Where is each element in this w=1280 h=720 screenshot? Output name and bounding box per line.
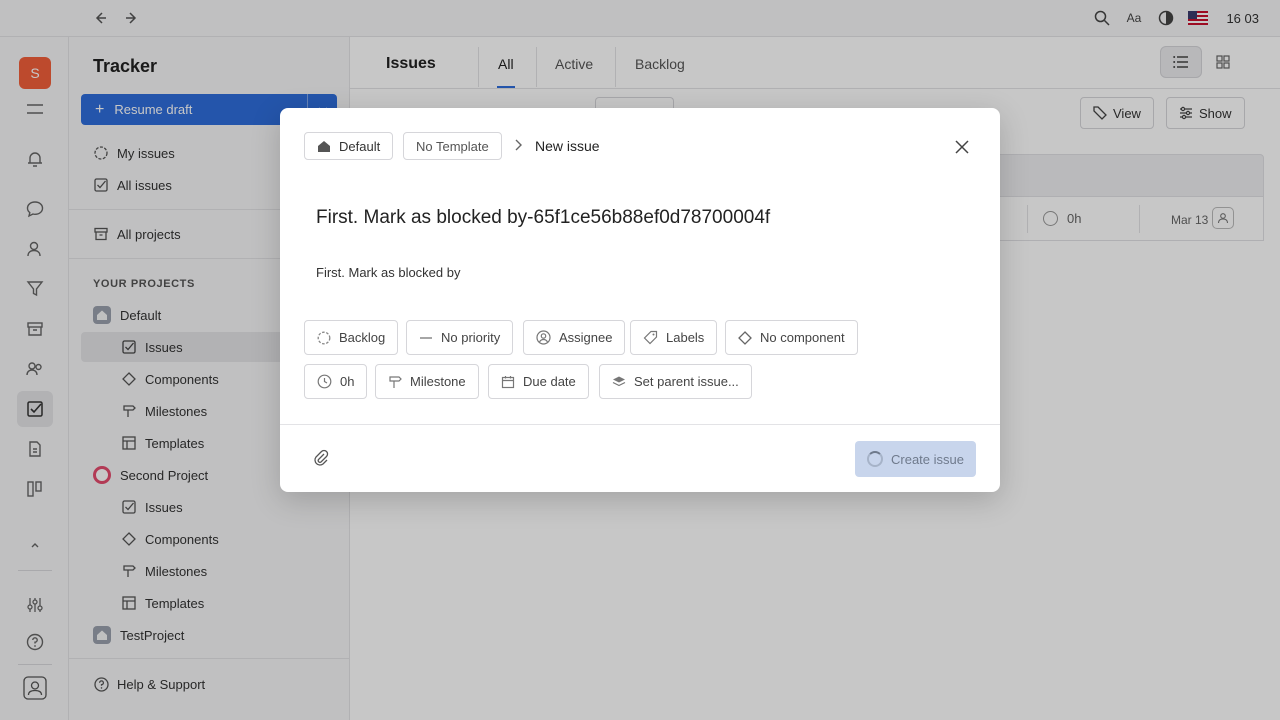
issue-title-input[interactable]: First. Mark as blocked by-65f1ce56b88ef0… (316, 207, 770, 229)
project-selector-label: Default (339, 138, 381, 154)
parent-issue-button[interactable]: Set parent issue... (599, 364, 752, 399)
milestone-button[interactable]: Milestone (375, 364, 479, 399)
breadcrumb-current: New issue (535, 138, 600, 154)
project-selector[interactable]: Default (304, 132, 394, 160)
labels-button[interactable]: Labels (630, 320, 718, 355)
estimation-label: 0h (340, 374, 355, 389)
template-selector[interactable]: No Template (403, 132, 502, 160)
new-issue-dialog: Default No Template New issue First. Mar… (280, 108, 1000, 492)
tag-icon (643, 330, 658, 345)
backlog-status-icon (317, 331, 331, 345)
priority-button[interactable]: No priority (406, 320, 514, 355)
due-date-label: Due date (523, 374, 576, 389)
home-icon (317, 140, 331, 153)
user-circle-icon (536, 330, 551, 345)
chevron-right-icon (513, 138, 523, 152)
assignee-label: Assignee (559, 330, 613, 345)
template-selector-label: No Template (416, 138, 489, 154)
signpost-icon (388, 375, 402, 389)
layers-icon (612, 375, 626, 389)
priority-label: No priority (441, 330, 501, 345)
estimation-button[interactable]: 0h (304, 364, 368, 399)
close-icon[interactable] (951, 136, 973, 158)
no-priority-icon (419, 331, 433, 345)
component-button[interactable]: No component (725, 320, 858, 355)
parent-issue-label: Set parent issue... (634, 374, 739, 389)
due-date-button[interactable]: Due date (488, 364, 589, 399)
calendar-icon (501, 375, 515, 389)
create-issue-label: Create issue (891, 451, 964, 467)
status-label: Backlog (339, 330, 386, 345)
loading-spinner-icon (867, 451, 883, 467)
create-issue-button[interactable]: Create issue (855, 441, 976, 477)
status-button[interactable]: Backlog (304, 320, 399, 355)
diamond-icon (738, 330, 752, 345)
milestone-label: Milestone (410, 374, 466, 389)
paperclip-icon[interactable] (313, 449, 329, 467)
clock-icon (317, 374, 332, 389)
labels-label: Labels (666, 330, 705, 345)
assignee-button[interactable]: Assignee (523, 320, 626, 355)
component-label: No component (760, 330, 845, 345)
issue-description-input[interactable]: First. Mark as blocked by (316, 265, 461, 280)
